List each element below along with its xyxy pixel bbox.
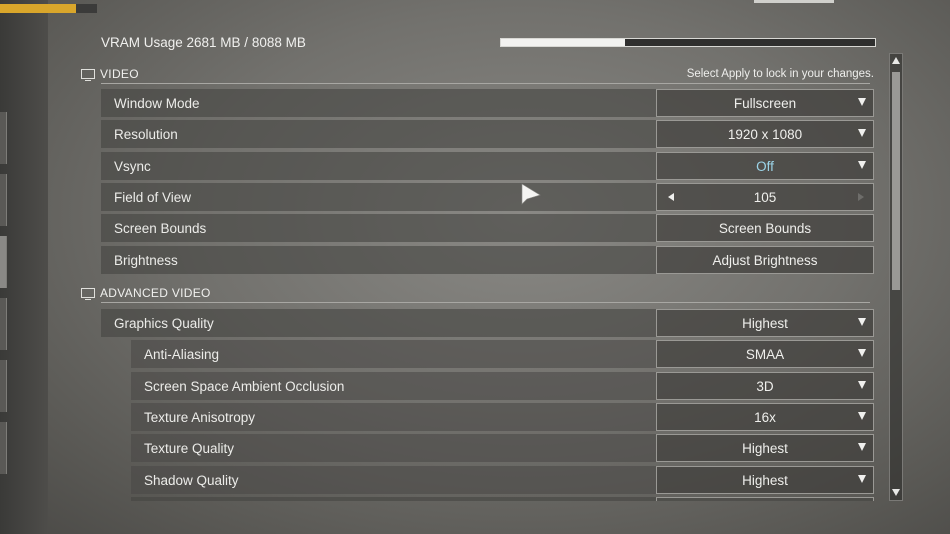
setting-row-vsync[interactable]: Vsync (101, 152, 656, 180)
setting-label-texture-quality: Texture Quality (144, 440, 235, 456)
vsync-dropdown[interactable]: Off (656, 152, 874, 180)
vram-usage-label: VRAM Usage 2681 MB / 8088 MB (101, 35, 306, 50)
graphics-quality-dropdown[interactable]: Highest (656, 309, 874, 337)
setting-row-graphics-quality[interactable]: Graphics Quality (101, 309, 656, 337)
setting-label-anti-aliasing: Anti-Aliasing (144, 346, 220, 362)
dropdown-arrow-icon (858, 129, 866, 137)
setting-row-resolution[interactable]: Resolution (101, 120, 656, 148)
next-row-value-partial[interactable] (656, 497, 874, 501)
screen-bounds-value: Screen Bounds (718, 220, 812, 236)
setting-label-field-of-view: Field of View (114, 189, 192, 205)
increase-arrow-icon[interactable] (858, 193, 864, 201)
resolution-value: 1920 x 1080 (727, 126, 803, 142)
texture-anisotropy-value: 16x (754, 409, 776, 425)
nav-tab-3-active[interactable] (0, 236, 7, 288)
monitor-icon (81, 69, 95, 81)
setting-label-window-mode: Window Mode (114, 95, 200, 111)
nav-tab-4[interactable] (0, 298, 7, 350)
resolution-dropdown[interactable]: 1920 x 1080 (656, 120, 874, 148)
screen-bounds-button[interactable]: Screen Bounds (656, 214, 874, 242)
texture-quality-value: Highest (742, 440, 788, 456)
shadow-quality-dropdown[interactable]: Highest (656, 466, 874, 494)
setting-row-texture-anisotropy[interactable]: Texture Anisotropy (131, 403, 656, 431)
brightness-button[interactable]: Adjust Brightness (656, 246, 874, 274)
shadow-quality-value: Highest (742, 472, 788, 488)
dropdown-arrow-icon (858, 161, 866, 169)
setting-row-screen-bounds[interactable]: Screen Bounds (101, 214, 656, 242)
setting-row-screen-space-ambient-occlusion[interactable]: Screen Space Ambient Occlusion (131, 372, 656, 400)
setting-row-texture-quality[interactable]: Texture Quality (131, 434, 656, 462)
texture-anisotropy-dropdown[interactable]: 16x (656, 403, 874, 431)
setting-row-anti-aliasing[interactable]: Anti-Aliasing (131, 340, 656, 368)
dropdown-arrow-icon (858, 381, 866, 389)
setting-label-brightness: Brightness (114, 252, 178, 268)
scroll-up-arrow-icon[interactable] (892, 57, 900, 64)
setting-label-vsync: Vsync (114, 158, 151, 174)
setting-row-window-mode[interactable]: Window Mode (101, 89, 656, 117)
field-of-view-stepper[interactable]: 105 (656, 183, 874, 211)
setting-label-texture-anisotropy: Texture Anisotropy (144, 409, 256, 425)
setting-row-brightness[interactable]: Brightness (101, 246, 656, 274)
setting-row-shadow-quality[interactable]: Shadow Quality (131, 466, 656, 494)
brightness-value: Adjust Brightness (712, 252, 818, 268)
dropdown-arrow-icon (858, 443, 866, 451)
nav-tab-5[interactable] (0, 360, 7, 412)
setting-row-field-of-view[interactable]: Field of View (101, 183, 656, 211)
nav-tab-1[interactable] (0, 112, 7, 164)
dropdown-arrow-icon (858, 412, 866, 420)
anti-aliasing-value: SMAA (745, 346, 785, 362)
video-section-divider (101, 83, 870, 84)
apply-hint: Select Apply to lock in your changes. (686, 68, 874, 80)
screen-space-ambient-occlusion-value: 3D (756, 378, 774, 394)
decrease-arrow-icon[interactable] (668, 193, 674, 201)
nav-tab-2[interactable] (0, 174, 7, 226)
dropdown-arrow-icon (858, 349, 866, 357)
video-section-title: VIDEO (100, 67, 139, 81)
advanced-video-section-title: ADVANCED VIDEO (100, 286, 211, 300)
setting-label-shadow-quality: Shadow Quality (144, 472, 239, 488)
anti-aliasing-dropdown[interactable]: SMAA (656, 340, 874, 368)
advanced-video-icon (81, 288, 95, 300)
field-of-view-value: 105 (753, 189, 777, 205)
window-mode-value: Fullscreen (733, 95, 797, 111)
setting-label-screen-space-ambient-occlusion: Screen Space Ambient Occlusion (144, 378, 345, 394)
top-right-tab[interactable] (754, 0, 834, 3)
scrollbar-thumb[interactable] (892, 72, 900, 290)
advanced-video-section-header: ADVANCED VIDEO (81, 284, 211, 302)
left-nav-rail (0, 0, 48, 534)
setting-label-graphics-quality: Graphics Quality (114, 315, 214, 331)
nav-tab-6[interactable] (0, 422, 7, 474)
scroll-down-arrow-icon[interactable] (892, 489, 900, 496)
dropdown-arrow-icon (858, 98, 866, 106)
video-section-header: VIDEO (81, 65, 139, 83)
setting-label-resolution: Resolution (114, 126, 178, 142)
advanced-video-section-divider (101, 302, 870, 303)
dropdown-arrow-icon (858, 475, 866, 483)
mouse-cursor-icon (521, 183, 541, 205)
vram-usage-bar (500, 38, 876, 47)
vram-usage-fill (501, 39, 625, 46)
setting-label-screen-bounds: Screen Bounds (114, 220, 207, 236)
window-mode-dropdown[interactable]: Fullscreen (656, 89, 874, 117)
top-progress-fill (0, 4, 76, 13)
graphics-quality-value: Highest (742, 315, 788, 331)
screen-space-ambient-occlusion-dropdown[interactable]: 3D (656, 372, 874, 400)
texture-quality-dropdown[interactable]: Highest (656, 434, 874, 462)
dropdown-arrow-icon (858, 318, 866, 326)
vsync-value: Off (756, 158, 774, 174)
